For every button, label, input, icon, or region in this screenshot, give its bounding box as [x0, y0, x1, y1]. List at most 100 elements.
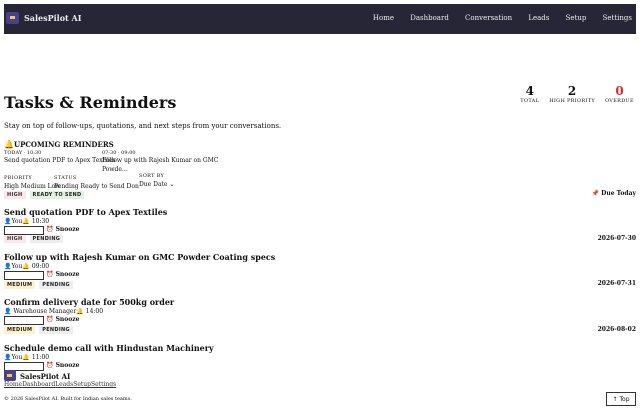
snooze-label: Snooze: [55, 316, 80, 323]
task-3-assignee-name: Warehouse Manager: [13, 308, 77, 315]
task-2-assignee-name: You: [11, 263, 23, 270]
upcoming-heading: 🔔UPCOMING REMINDERS: [4, 139, 114, 149]
snooze-datetime-input[interactable]: [4, 226, 44, 235]
status-badge: PENDING: [29, 235, 64, 243]
task-1-due-text: Due Today: [601, 190, 636, 197]
task-3-title[interactable]: Confirm delivery date for 500kg order: [4, 297, 174, 307]
task-2-badges: HIGH PENDING: [4, 235, 67, 243]
snooze-button[interactable]: ⏰ Snooze: [46, 362, 80, 369]
copyright: © 2026 SalesPilot AI. Built for Indian s…: [4, 396, 132, 402]
footer-links: HomeDashboardLeadsSetupSettings: [4, 381, 116, 388]
page-title: Tasks & Reminders: [4, 93, 177, 112]
status-filter-label: STATUS: [54, 175, 77, 181]
nav-dashboard[interactable]: Dashboard: [410, 14, 449, 22]
logo-icon: [6, 12, 19, 24]
top-navbar: SalesPilot AI Home Dashboard Conversatio…: [4, 4, 636, 34]
user-icon: 👤: [4, 308, 12, 315]
upcoming-item-2-cont: Powde…: [102, 166, 128, 173]
task-4-time: 11:00: [31, 354, 50, 361]
footer-link-leads[interactable]: Leads: [55, 381, 73, 388]
task-4-title[interactable]: Schedule demo call with Hindustan Machin…: [4, 343, 214, 353]
nav-setup[interactable]: Setup: [566, 14, 587, 22]
page-subtitle: Stay on top of follow-ups, quotations, a…: [4, 122, 282, 130]
stat-overdue-label: OVERDUE: [604, 98, 634, 104]
priority-filter-options[interactable]: High Medium Low: [4, 183, 60, 190]
task-3-time: 14:00: [85, 308, 104, 315]
bell-icon: 🔔: [22, 354, 30, 361]
bell-icon: 🔔: [22, 218, 30, 225]
task-4-due: 2026-08-02: [597, 326, 636, 333]
footer-logo-icon: [4, 370, 16, 381]
alarm-clock-icon: ⏰: [46, 226, 54, 233]
priority-badge: HIGH: [4, 235, 26, 243]
footer-link-settings[interactable]: Settings: [91, 381, 116, 388]
alarm-clock-icon: ⏰: [46, 271, 54, 278]
footer-link-dashboard[interactable]: Dashboard: [22, 381, 55, 388]
stat-overdue-value: 0: [615, 84, 624, 98]
nav-leads[interactable]: Leads: [528, 14, 549, 22]
task-2-due: 2026-07-30: [597, 235, 636, 242]
snooze-label: Snooze: [55, 226, 80, 233]
task-2-title[interactable]: Follow up with Rajesh Kumar on GMC Powde…: [4, 252, 275, 262]
upcoming-when-2: 07-30 · 09:00: [102, 150, 136, 156]
back-to-top-button[interactable]: ↑ Top: [606, 392, 636, 406]
stats-summary: 4 TOTAL 2 HIGH PRIORITY 0 OVERDUE: [520, 84, 634, 104]
footer-link-setup[interactable]: Setup: [73, 381, 91, 388]
status-badge: PENDING: [39, 326, 73, 334]
pin-icon: 📌: [591, 190, 600, 197]
upcoming-item-2[interactable]: Follow up with Rajesh Kumar on GMC: [102, 157, 218, 164]
stat-total-label: TOTAL: [520, 98, 540, 104]
task-3-assignee: 👤 Warehouse Manager🔔 14:00: [4, 308, 103, 315]
priority-filter-label: PRIORITY: [4, 175, 32, 181]
upcoming-when-1: TODAY · 10:30: [4, 150, 42, 156]
bell-icon: 🔔: [76, 308, 84, 315]
status-filter-options[interactable]: Pending Ready to Send Done: [54, 183, 142, 190]
task-3-due: 2026-07-31: [597, 280, 636, 287]
snooze-datetime-input[interactable]: [4, 271, 44, 280]
sort-select[interactable]: Due Date ⌄: [139, 181, 175, 188]
nav-home[interactable]: Home: [373, 14, 394, 22]
task-4-assignee-name: You: [11, 354, 23, 361]
status-badge: PENDING: [39, 281, 73, 289]
stat-total: 4 TOTAL: [520, 84, 539, 104]
brand-name[interactable]: SalesPilot AI: [24, 13, 81, 23]
task-1-badges: HIGH READY TO SEND: [4, 191, 88, 199]
chevron-down-icon: ⌄: [169, 181, 175, 188]
stat-high-priority: 2 HIGH PRIORITY: [549, 84, 595, 104]
priority-badge: HIGH: [4, 191, 26, 199]
task-3-badges: MEDIUM PENDING: [4, 281, 77, 289]
snooze-button[interactable]: ⏰ Snooze: [46, 316, 80, 323]
bell-icon: 🔔: [22, 263, 30, 270]
alarm-clock-icon: ⏰: [46, 316, 54, 323]
task-1-assignee-name: You: [11, 218, 23, 225]
footer-brand: SalesPilot AI: [20, 372, 71, 381]
snooze-label: Snooze: [55, 271, 80, 278]
task-4-badges: MEDIUM PENDING: [4, 326, 77, 334]
task-4-assignee: 👤You🔔 11:00: [4, 354, 49, 361]
main-nav: Home Dashboard Conversation Leads Setup …: [359, 14, 632, 22]
task-1-title[interactable]: Send quotation PDF to Apex Textiles: [4, 207, 167, 217]
nav-conversation[interactable]: Conversation: [465, 14, 512, 22]
bell-icon: 🔔: [4, 139, 14, 149]
task-2-assignee: 👤You🔔 09:00: [4, 263, 49, 270]
alarm-clock-icon: ⏰: [46, 362, 54, 369]
task-2-time: 09:00: [31, 263, 50, 270]
nav-settings[interactable]: Settings: [603, 14, 632, 22]
snooze-button[interactable]: ⏰ Snooze: [46, 271, 80, 278]
upcoming-heading-text: UPCOMING REMINDERS: [13, 140, 114, 149]
task-1-due: 📌 Due Today: [592, 190, 636, 197]
priority-badge: MEDIUM: [4, 326, 36, 334]
task-1-assignee: 👤You🔔 10:30: [4, 218, 49, 225]
sort-label: SORT BY: [139, 173, 165, 179]
snooze-label: Snooze: [55, 362, 80, 369]
task-1-time: 10:30: [31, 218, 50, 225]
snooze-datetime-input[interactable]: [4, 316, 44, 325]
footer-link-home[interactable]: Home: [4, 381, 22, 388]
stat-overdue: 0 OVERDUE: [605, 84, 634, 104]
upcoming-item-1[interactable]: Send quotation PDF to Apex Textiles: [4, 157, 116, 164]
priority-badge: MEDIUM: [4, 281, 36, 289]
status-badge: READY TO SEND: [29, 191, 85, 199]
stat-high-value: 2: [567, 84, 577, 98]
sort-select-value: Due Date: [139, 181, 168, 188]
snooze-button[interactable]: ⏰ Snooze: [46, 226, 80, 233]
